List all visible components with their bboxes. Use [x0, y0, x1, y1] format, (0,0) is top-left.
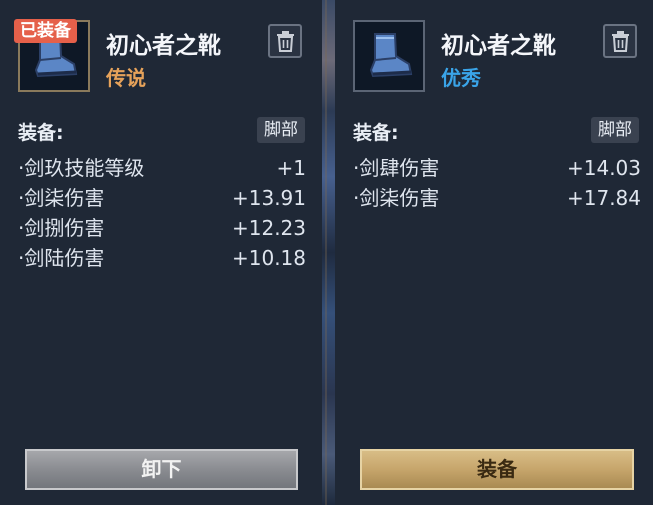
- stat-value: +17.84: [566, 186, 641, 210]
- stat-value: +1: [276, 156, 306, 180]
- stat-name: ·剑陆伤害: [18, 246, 105, 270]
- stat-value: +13.91: [231, 186, 306, 210]
- item-icon-slot[interactable]: [353, 20, 425, 92]
- stat-list: ·剑肆伤害 +14.03 ·剑柒伤害 +17.84: [353, 153, 641, 213]
- stat-row: ·剑柒伤害 +13.91: [18, 183, 306, 213]
- trash-icon: [612, 31, 629, 52]
- stat-row: ·剑玖技能等级 +1: [18, 153, 306, 183]
- stat-name: ·剑肆伤害: [353, 156, 440, 180]
- stat-name: ·剑柒伤害: [18, 186, 105, 210]
- discard-button[interactable]: [603, 24, 637, 58]
- stat-value: +14.03: [566, 156, 641, 180]
- equip-button[interactable]: 装备: [360, 449, 634, 490]
- item-name: 初心者之靴: [106, 33, 221, 59]
- unequip-button[interactable]: 卸下: [25, 449, 298, 490]
- slot-tag: 脚部: [257, 117, 305, 143]
- background-divider: [322, 0, 335, 505]
- stat-row: ·剑肆伤害 +14.03: [353, 153, 641, 183]
- trash-icon: [277, 31, 294, 52]
- equip-label: 装备:: [353, 122, 399, 144]
- stat-row: ·剑柒伤害 +17.84: [353, 183, 641, 213]
- stat-name: ·剑柒伤害: [353, 186, 440, 210]
- stat-value: +10.18: [231, 246, 306, 270]
- stat-row: ·剑陆伤害 +10.18: [18, 243, 306, 273]
- item-rarity: 优秀: [441, 66, 481, 90]
- stat-name: ·剑捌伤害: [18, 216, 105, 240]
- candidate-item-panel: 初心者之靴 优秀 装备: 脚部 ·剑肆伤害 +14.03 ·剑柒伤害 +17.8…: [335, 0, 653, 505]
- stat-row: ·剑捌伤害 +12.23: [18, 213, 306, 243]
- stat-list: ·剑玖技能等级 +1 ·剑柒伤害 +13.91 ·剑捌伤害 +12.23 ·剑陆…: [18, 153, 306, 273]
- stat-value: +12.23: [231, 216, 306, 240]
- slot-tag: 脚部: [591, 117, 639, 143]
- item-rarity: 传说: [106, 66, 146, 90]
- equip-label: 装备:: [18, 122, 64, 144]
- item-name: 初心者之靴: [441, 33, 556, 59]
- equipped-item-panel: 已装备 初心者之靴 传说 装备: 脚部 ·剑玖技能等级 +1 ·剑柒伤害 +13…: [0, 0, 322, 505]
- boot-icon: [369, 33, 413, 78]
- stat-name: ·剑玖技能等级: [18, 156, 145, 180]
- discard-button[interactable]: [268, 24, 302, 58]
- equipped-badge: 已装备: [14, 19, 77, 43]
